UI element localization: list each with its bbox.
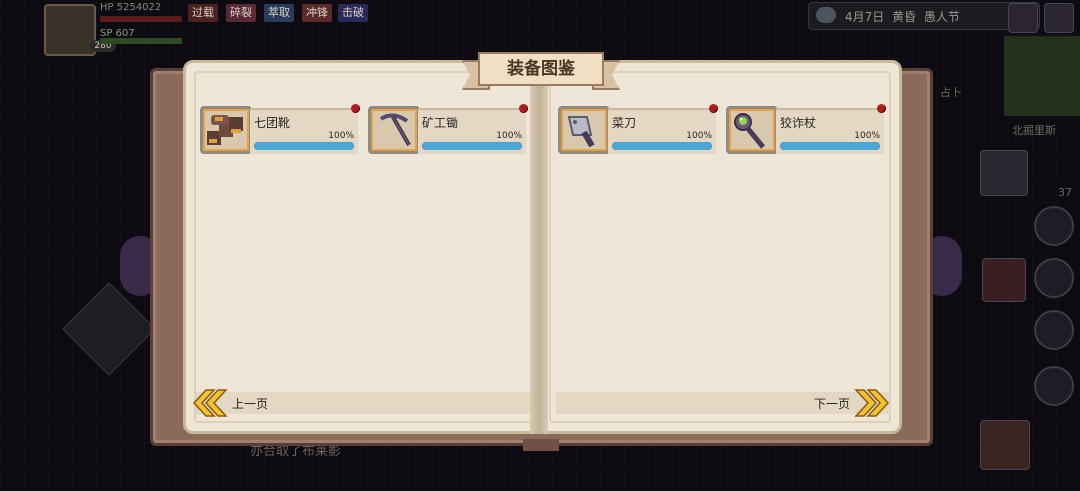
skill-slot[interactable] — [982, 258, 1026, 302]
buff-tag[interactable]: 碎裂 — [226, 4, 256, 22]
chevron-left-icon — [192, 389, 228, 417]
hp-text: HP 5254022 — [100, 2, 162, 13]
weather-cloud-icon — [816, 7, 836, 23]
collection-percent: 100% — [854, 131, 880, 141]
hp-bar — [100, 16, 182, 22]
equipment-name: 七团靴 — [254, 116, 291, 130]
collection-progress-bar — [254, 142, 354, 150]
collection-progress-bar — [612, 142, 712, 150]
collection-percent: 100% — [328, 131, 354, 141]
equipment-name: 狡诈杖 — [780, 116, 817, 130]
swap-icon[interactable] — [1034, 310, 1074, 350]
player-avatar[interactable] — [44, 4, 96, 56]
chevron-right-icon — [854, 389, 890, 417]
previous-page-label: 上一页 — [232, 396, 269, 411]
book-title: 装备图鉴 — [478, 52, 604, 86]
buff-tag[interactable]: 冲锋 — [302, 4, 332, 22]
cleaver-icon — [558, 106, 610, 154]
equipment-card-boots[interactable]: 七团靴 100% — [200, 104, 360, 154]
zoom-out-icon[interactable] — [1034, 258, 1074, 298]
item-count: 37 — [1058, 186, 1072, 199]
location-label: 北掘里斯 — [1012, 124, 1056, 137]
new-indicator-dot — [709, 104, 718, 113]
zoom-in-icon[interactable] — [1034, 206, 1074, 246]
divination-label: 占卜 — [940, 86, 962, 99]
boots-icon — [200, 106, 252, 154]
equipment-card-pickaxe[interactable]: 矿工锄 100% — [368, 104, 528, 154]
buff-tag[interactable]: 过载 — [188, 4, 218, 22]
next-page-label: 下一页 — [814, 396, 851, 411]
title-ribbon: 装备图鉴 — [462, 52, 620, 90]
equipment-card-staff[interactable]: 狡诈杖 100% — [726, 104, 886, 154]
buff-tag[interactable]: 击破 — [338, 4, 368, 22]
new-indicator-dot — [877, 104, 886, 113]
book-spine — [530, 62, 548, 434]
minimap[interactable] — [1004, 36, 1080, 116]
staff-icon — [726, 106, 778, 154]
new-indicator-dot — [351, 104, 360, 113]
equipment-name: 菜刀 — [612, 116, 637, 130]
collection-percent: 100% — [686, 131, 712, 141]
weapon-slot[interactable] — [980, 150, 1028, 196]
collection-progress-bar — [780, 142, 880, 150]
book-icon[interactable] — [1034, 366, 1074, 406]
collection-progress-bar — [422, 142, 522, 150]
sp-bar — [100, 38, 182, 44]
next-page-button[interactable]: 下一页 — [810, 388, 890, 418]
buff-tag[interactable]: 萃取 — [264, 4, 294, 22]
food-slot[interactable] — [980, 420, 1030, 470]
collection-percent: 100% — [496, 131, 522, 141]
date-weather-bar: 4月7日 黄昏 愚人节 — [808, 2, 1040, 30]
previous-page-button[interactable]: 上一页 — [192, 388, 272, 418]
pickaxe-icon — [368, 106, 420, 154]
equipment-name: 矿工锄 — [422, 116, 459, 130]
equipment-card-cleaver[interactable]: 菜刀 100% — [558, 104, 718, 154]
globe-icon[interactable] — [1008, 3, 1038, 33]
new-indicator-dot — [519, 104, 528, 113]
exit-icon[interactable] — [1044, 3, 1074, 33]
